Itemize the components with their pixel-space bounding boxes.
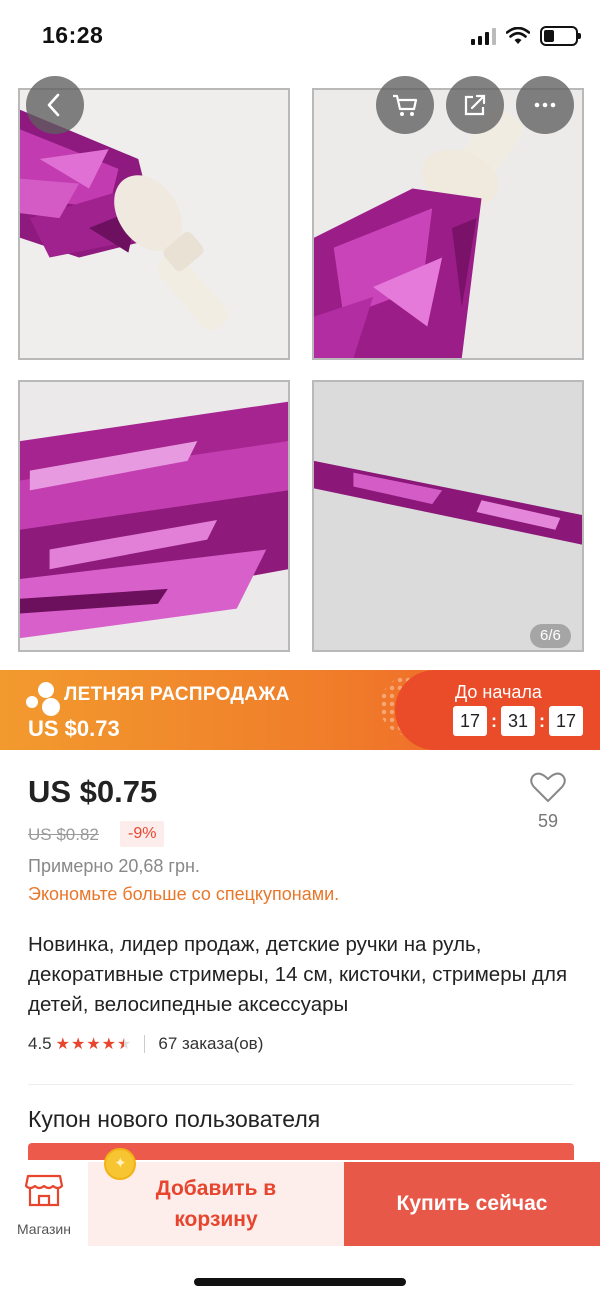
- gallery-image-3[interactable]: [18, 380, 290, 652]
- more-button[interactable]: [516, 76, 574, 134]
- star-full-icon: ★: [70, 1036, 86, 1053]
- bottom-action-bar: Магазин Добавить в корзину Купить сейчас: [0, 1148, 600, 1246]
- battery-level: [544, 30, 555, 42]
- more-icon: [534, 102, 556, 108]
- countdown-label: До начала: [455, 682, 542, 702]
- gallery-pager: 6/6: [530, 624, 571, 648]
- buy-now-label: Купить сейчас: [396, 1192, 548, 1215]
- countdown-minutes: 31: [501, 706, 535, 736]
- add-to-cart-label: Добавить в корзину: [155, 1177, 277, 1231]
- gallery-image-4[interactable]: [312, 380, 584, 652]
- banner-title: ЛЕТНЯЯ РАСПРОДАЖА: [64, 684, 290, 705]
- buy-now-button[interactable]: Купить сейчас: [344, 1162, 600, 1246]
- star-full-icon: ★: [55, 1036, 70, 1053]
- product-gallery[interactable]: 6/6: [0, 72, 600, 670]
- summer-sale-banner[interactable]: ЛЕТНЯЯ РАСПРОДАЖА US $0.73 До начала 17 …: [0, 670, 600, 750]
- share-icon: [464, 94, 486, 116]
- wishlist-count: 59: [537, 811, 559, 831]
- countdown-seconds: 17: [549, 706, 583, 736]
- rating-row[interactable]: 4.5 ★ ★ ★ ★ ★ 67 заказа(ов): [28, 1034, 263, 1054]
- section-divider: [28, 1084, 574, 1085]
- heart-icon: [530, 772, 566, 802]
- cart-button[interactable]: [376, 76, 434, 134]
- sale-logo-icon: [24, 680, 64, 716]
- status-bar: 16:28: [0, 0, 600, 72]
- rating-stars: ★ ★ ★ ★ ★: [56, 1034, 132, 1054]
- countdown-timer: 17 : 31 : 17: [453, 706, 583, 736]
- back-icon: [47, 93, 60, 117]
- product-title: Новинка, лидер продаж, детские ручки на …: [28, 933, 568, 1016]
- sale-price: US $0.73: [28, 716, 120, 741]
- product-price: US $0.75: [28, 774, 158, 809]
- star-full-icon: ★: [86, 1036, 101, 1053]
- star-half-icon: ★: [117, 1036, 132, 1053]
- orders-count: 67 заказа(ов): [158, 1034, 264, 1053]
- countdown-separator: :: [539, 710, 545, 731]
- star-full-icon: ★: [101, 1036, 117, 1053]
- wishlist-button[interactable]: 59: [528, 770, 568, 832]
- divider: [144, 1035, 146, 1053]
- back-button[interactable]: [26, 76, 84, 134]
- wifi-icon: [506, 27, 530, 44]
- coupon-promo-link[interactable]: Экономьте больше со спецкупонами.: [28, 884, 339, 905]
- share-button[interactable]: [446, 76, 504, 134]
- approx-price: Примерно 20,68 грн.: [28, 856, 200, 876]
- discount-badge: -9%: [120, 821, 165, 847]
- rating-value: 4.5: [28, 1034, 52, 1053]
- store-label: Магазин: [16, 1221, 71, 1237]
- battery-icon: [540, 26, 581, 46]
- tinsel-strip-photo: [314, 382, 582, 650]
- home-indicator[interactable]: [194, 1278, 406, 1286]
- countdown-hours: 17: [453, 706, 487, 736]
- countdown-separator: :: [491, 710, 497, 731]
- tinsel-streamers-photo: [20, 382, 288, 650]
- cart-icon: [393, 94, 418, 116]
- coupon-section-title: Купон нового пользователя: [28, 1106, 321, 1132]
- store-icon: [24, 1174, 64, 1207]
- status-icons: [471, 26, 581, 46]
- store-button[interactable]: Магазин: [0, 1160, 88, 1246]
- cellular-signal-icon: [471, 27, 496, 45]
- old-price: US $0.82: [28, 825, 99, 844]
- coin-icon: [104, 1148, 136, 1180]
- status-time: 16:28: [42, 22, 104, 48]
